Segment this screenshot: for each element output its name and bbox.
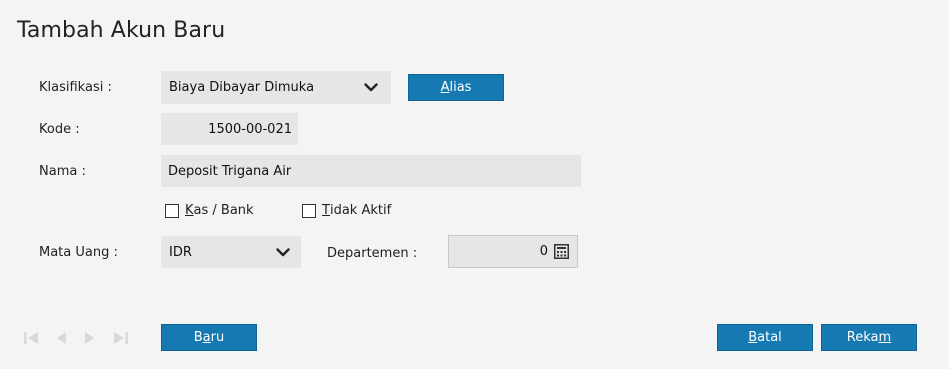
departemen-value: 0 xyxy=(539,244,548,259)
tidak-aktif-hotkey: T xyxy=(322,203,330,218)
klasifikasi-label: Klasifikasi : xyxy=(39,80,112,95)
first-record-icon[interactable] xyxy=(24,330,39,349)
tidak-aktif-label: idak Aktif xyxy=(329,203,392,218)
kas-bank-checkbox[interactable]: Kas / Bank xyxy=(165,203,254,218)
rekam-button[interactable]: Reka m xyxy=(821,324,917,351)
chevron-down-icon[interactable] xyxy=(361,81,381,95)
kas-bank-hotkey: K xyxy=(185,203,194,218)
kode-field[interactable]: 1500-00-021 xyxy=(161,113,298,145)
previous-record-icon[interactable] xyxy=(56,330,67,349)
klasifikasi-select[interactable]: Biaya Dibayar Dimuka xyxy=(161,71,391,104)
departemen-field[interactable]: 0 xyxy=(448,235,578,268)
batal-button[interactable]: Batal xyxy=(717,324,813,351)
nama-label: Nama : xyxy=(39,164,86,179)
tidak-aktif-checkbox[interactable]: Tidak Aktif xyxy=(302,203,391,218)
nama-field[interactable]: Deposit Trigana Air xyxy=(161,155,581,187)
klasifikasi-value: Biaya Dibayar Dimuka xyxy=(169,80,315,95)
mata-uang-select[interactable]: IDR xyxy=(161,236,301,268)
calculator-icon[interactable] xyxy=(554,244,569,259)
mata-uang-label: Mata Uang : xyxy=(39,245,118,260)
last-record-icon[interactable] xyxy=(113,330,128,349)
record-navigation xyxy=(24,330,134,344)
kas-bank-box[interactable] xyxy=(165,203,179,218)
kode-value: 1500-00-021 xyxy=(208,121,292,137)
next-record-icon[interactable] xyxy=(84,330,95,349)
alias-hotkey: A xyxy=(440,80,450,95)
baru-hotkey: a xyxy=(202,330,211,345)
nama-value: Deposit Trigana Air xyxy=(168,163,292,179)
alias-label: lias xyxy=(449,80,472,95)
tidak-aktif-box[interactable] xyxy=(302,203,316,218)
kas-bank-label: as / Bank xyxy=(193,203,254,218)
alias-button[interactable]: Alias xyxy=(408,74,504,101)
batal-hotkey: B xyxy=(748,330,758,345)
mata-uang-value: IDR xyxy=(169,244,192,260)
baru-button[interactable]: Ba ru xyxy=(161,324,257,351)
chevron-down-icon[interactable] xyxy=(273,245,293,259)
rekam-hotkey: m xyxy=(878,330,892,345)
kode-label: Kode : xyxy=(39,122,80,137)
page-title: Tambah Akun Baru xyxy=(17,18,226,43)
departemen-label: Departemen : xyxy=(327,246,418,261)
